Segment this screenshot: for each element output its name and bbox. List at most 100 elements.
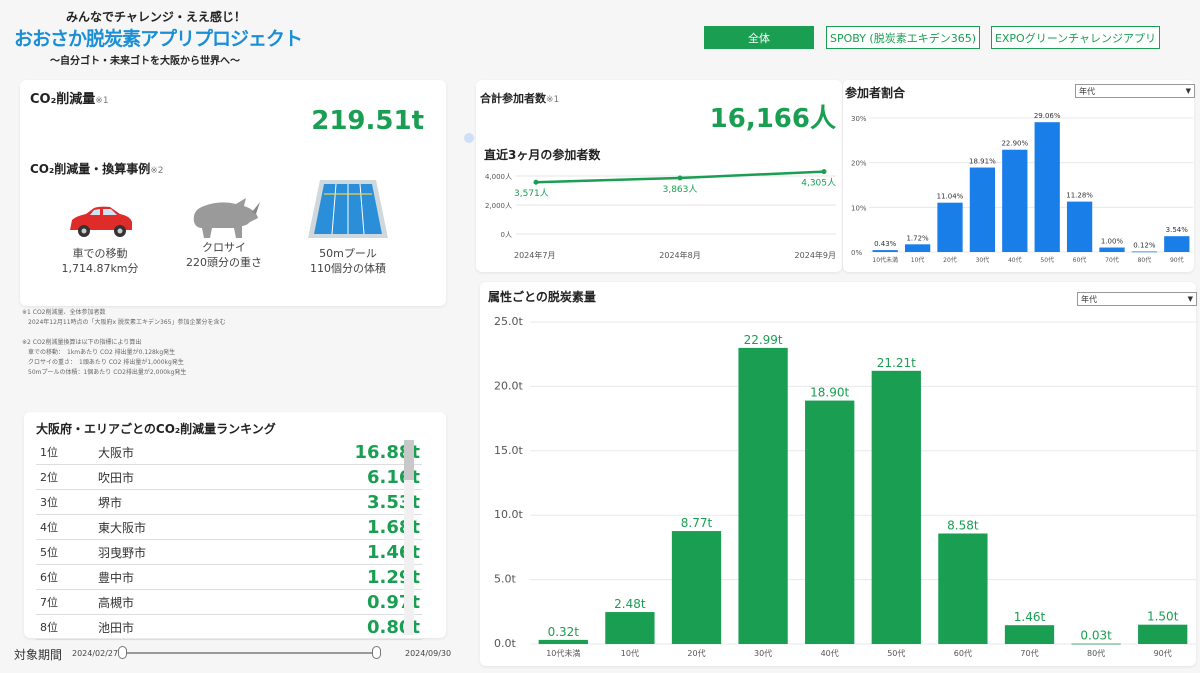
data-label: 3,571人 [514, 188, 549, 199]
bar [1066, 201, 1093, 252]
y-tick-label: 5.0t [494, 573, 516, 586]
ranking-position: 2位 [40, 471, 58, 484]
period-label: 対象期間 [14, 648, 63, 662]
attr-select[interactable]: 年代 ▼ [1077, 292, 1197, 306]
co2-card: CO₂削減量※1 219.51t CO₂削減量・換算事例※2 車での移動 1,7… [20, 80, 446, 306]
data-label: 29.06% [1034, 112, 1061, 120]
x-tick-label: 60代 [1073, 256, 1087, 264]
data-label: 18.91% [969, 158, 996, 166]
bar [1138, 624, 1188, 644]
tab-spoby[interactable]: SPOBY (脱炭素エキデン365) [826, 26, 980, 49]
bar [671, 531, 722, 644]
ranking-row: 6位 豊中市 1.29t [36, 565, 422, 590]
x-tick-label: 30代 [754, 648, 772, 658]
ranking-scroll-thumb[interactable] [404, 440, 414, 480]
participants-title: 合計参加者数※1 [480, 90, 559, 106]
ranking-row: 3位 堺市 3.53t [36, 490, 422, 515]
ranking-title: 大阪府・エリアごとのCO₂削減量ランキング [36, 422, 276, 436]
bar [1004, 625, 1055, 644]
y-tick-label: 10.0t [494, 508, 523, 521]
x-tick-label: 80代 [1138, 256, 1152, 264]
data-label: 21.21t [877, 356, 916, 370]
ranking-card: 大阪府・エリアごとのCO₂削減量ランキング 1位 大阪市 16.88t 2位 吹田市 6.… [24, 412, 446, 640]
period-start: 2024/02/27 [72, 649, 119, 658]
ranking-position: 3位 [40, 496, 58, 509]
y-tick-label: 2,000人 [485, 202, 512, 210]
recent-participants-title: 直近3ヶ月の参加者数 [484, 148, 601, 162]
x-tick-label: 50代 [887, 648, 905, 658]
ranking-area-name: 大阪市 [98, 445, 135, 460]
ratio-title: 参加者割合 [845, 86, 906, 100]
y-tick-label: 20% [851, 160, 867, 168]
attr-chart: 0.0t 5.0t 10.0t 15.0t 20.0t 25.0t 0.32t 10代未満 2.… [494, 315, 1196, 658]
tab-expo[interactable]: EXPOグリーンチャレンジアプリ [991, 26, 1160, 49]
note-line: 車での移動： 1kmあたり CO2 排出量が0.128kg発生 [28, 349, 176, 356]
data-label: 3,863人 [663, 184, 698, 195]
ranking-area-name: 堺市 [98, 495, 123, 510]
participants-value: 16,166人 [709, 104, 836, 134]
data-label: 8.58t [947, 518, 979, 532]
y-tick-label: 0.0t [494, 637, 516, 650]
y-tick-label: 30% [851, 115, 867, 123]
co2-equiv-title-text: CO₂削減量・換算事例 [30, 162, 151, 176]
ratio-select[interactable]: 年代 ▼ [1075, 84, 1195, 98]
bar [1034, 122, 1060, 252]
data-label: 0.43% [874, 240, 897, 248]
y-tick-label: 20.0t [494, 379, 523, 392]
data-label: 4,305人 [801, 178, 836, 189]
bar [538, 639, 588, 644]
ranking-row: 8位 池田市 0.80t [36, 615, 422, 640]
car-icon [70, 206, 132, 237]
co2-value: 219.51t [311, 106, 424, 136]
ratio-chart: 0% 10% 20% 30% 0.43% 10代未満 1.72% 10代 11.04% 20代 18… [851, 112, 1193, 264]
bar [937, 202, 963, 252]
ranking-row: 4位 東大阪市 1.68t [36, 515, 422, 540]
co2-title: CO₂削減量※1 [30, 88, 109, 107]
ranking-area-name: 東大阪市 [98, 520, 147, 535]
period-slider-start-handle[interactable] [118, 646, 127, 659]
footnotes: ※1 CO2削減量、全体参加者数 2024年12月11時点の「大阪府x 脱炭素エ… [22, 308, 225, 378]
recent-participants-chart: 0人 2,000人 4,000人3,571人 2024年7月 3,863人 2024年8月… [485, 169, 836, 260]
period-slider-track[interactable] [122, 652, 376, 654]
x-tick-label: 70代 [1020, 648, 1038, 658]
x-tick-label: 80代 [1087, 648, 1105, 658]
tab-all[interactable]: 全体 [704, 26, 814, 49]
note-line [22, 328, 225, 338]
logo-tagline: みんなでチャレンジ・ええ感じ！ [66, 10, 246, 24]
x-tick-label: 60代 [954, 648, 972, 658]
data-label: 1.46t [1014, 610, 1046, 624]
x-tick-label: 90代 [1170, 256, 1184, 264]
participants-note-mark: ※1 [546, 95, 560, 105]
y-tick-label: 25.0t [494, 315, 523, 328]
equiv-pool-line2: 110個分の体積 [310, 262, 386, 275]
data-label: 8.77t [681, 516, 713, 530]
participants-card: 合計参加者数※1 16,166人 直近3ヶ月の参加者数 0人 2,000人 4,00… [476, 80, 842, 272]
equiv-rhino: クロサイ 220頭分の重さ [164, 240, 284, 270]
period-slider-end-handle[interactable] [372, 646, 381, 659]
line-point [677, 175, 683, 181]
ranking-position: 5位 [40, 546, 58, 559]
bar [1131, 251, 1158, 253]
equiv-pool-line1: 50mプール [319, 247, 377, 260]
ranking-position: 6位 [40, 571, 58, 584]
y-tick-label: 0人 [501, 231, 512, 239]
note-line: 50mプールの体積：1個あたり CO2排出量が2,000kg発生 [28, 369, 187, 376]
data-label: 11.28% [1066, 192, 1093, 200]
ranking-position: 8位 [40, 621, 58, 634]
y-tick-label: 15.0t [494, 444, 523, 457]
y-tick-label: 4,000人 [485, 173, 512, 181]
equiv-car-line1: 車での移動 [72, 247, 128, 260]
y-tick-label: 0% [851, 249, 862, 257]
data-label: 1.00% [1101, 238, 1124, 246]
bar [1164, 236, 1190, 252]
ranking-area-name: 高槻市 [98, 595, 135, 610]
ranking-area-name: 豊中市 [98, 570, 135, 585]
note-line: ※2 CO2削減量換算は以下の指標により算出 [22, 339, 142, 346]
data-label: 1.72% [906, 234, 929, 242]
line-point [821, 169, 827, 175]
bar [904, 244, 931, 252]
equiv-car-line2: 1,714.87km分 [61, 262, 139, 275]
bar [871, 370, 921, 644]
data-label: 18.90t [810, 386, 849, 400]
bar [1099, 247, 1125, 252]
